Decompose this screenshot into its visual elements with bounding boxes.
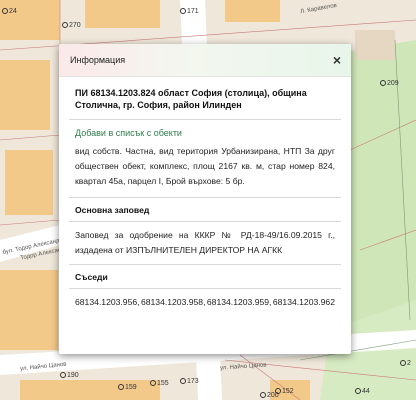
neighbor-link[interactable]: 68134.1203.962 (273, 295, 335, 310)
address-number: 24 (2, 8, 17, 15)
address-number: 190 (60, 372, 79, 379)
add-to-list-link[interactable]: Добави в списък с обекти (69, 120, 341, 138)
address-number: 171 (180, 8, 199, 15)
address-number: 159 (118, 384, 137, 391)
order-heading: Основна заповед (69, 197, 341, 222)
building (355, 30, 395, 60)
dialog-header[interactable]: Информация × (59, 44, 351, 77)
neighbor-link[interactable]: 68134.1203.959, (207, 295, 272, 310)
dialog-body[interactable]: ПИ 68134.1203.824 област София (столица)… (59, 77, 351, 354)
building (85, 0, 160, 28)
close-icon[interactable]: × (333, 53, 341, 67)
address-number: 270 (62, 22, 81, 29)
address-number: 2 (400, 360, 411, 367)
building (0, 0, 60, 40)
neighbors-list: 68134.1203.956, 68134.1203.958, 68134.12… (69, 289, 341, 310)
building (225, 0, 280, 22)
address-number: 209 (380, 80, 399, 87)
building (0, 270, 58, 350)
address-number: 200 (260, 392, 279, 399)
address-number: 155 (150, 380, 169, 387)
building (20, 380, 160, 400)
order-text: Заповед за одобрение на КККР № РД-18-49/… (75, 230, 335, 255)
address-number: 173 (180, 378, 199, 385)
info-dialog: Информация × ПИ 68134.1203.824 област Со… (59, 44, 351, 354)
building (0, 60, 50, 130)
parcel-title: ПИ 68134.1203.824 област София (столица)… (69, 77, 341, 120)
building (5, 150, 53, 215)
neighbor-link[interactable]: 68134.1203.958, (141, 295, 206, 310)
neighbor-link[interactable]: 68134.1203.956, (75, 295, 140, 310)
neighbors-heading: Съседи (69, 264, 341, 289)
parcel-description: вид собств. Частна, вид територия Урбани… (75, 146, 335, 186)
dialog-title: Информация (70, 55, 126, 65)
address-number: 44 (355, 388, 370, 395)
